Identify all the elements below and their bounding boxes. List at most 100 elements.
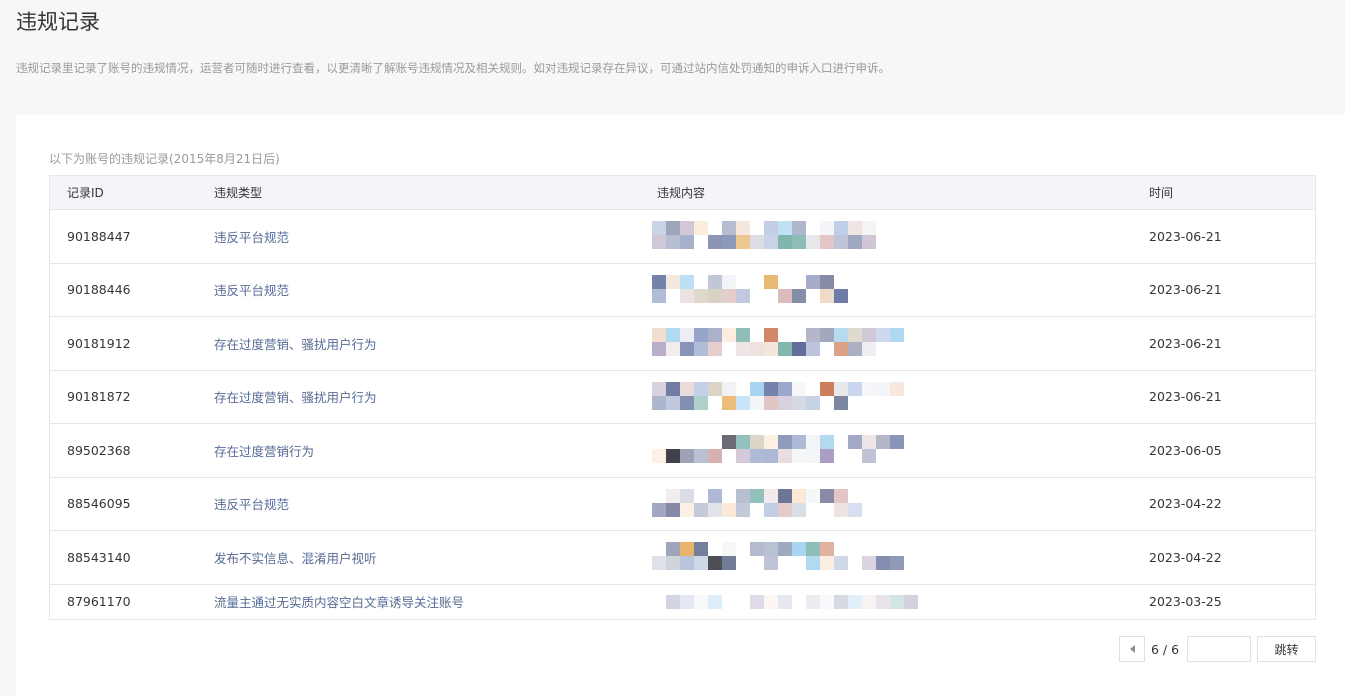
redaction-pixel (778, 435, 792, 449)
redaction-pixel (778, 342, 792, 356)
redaction-pixel (792, 594, 806, 609)
redaction-pixel (708, 342, 722, 356)
redaction-pixel (820, 221, 834, 235)
redaction-pixel (834, 328, 848, 342)
violation-content-redacted (652, 424, 952, 477)
redaction-pixel (764, 381, 778, 396)
redaction-pixel (694, 594, 708, 609)
redaction-pixel (736, 342, 750, 356)
violation-type-link[interactable]: 违反平台规范 (214, 227, 289, 246)
redaction-pixel (694, 235, 708, 249)
violation-content-redacted (652, 585, 952, 619)
violation-type-link[interactable]: 存在过度营销、骚扰用户行为 (214, 387, 377, 406)
redaction-pixel (652, 235, 666, 249)
redaction-pixel (820, 502, 834, 517)
redaction-pixel (876, 328, 890, 342)
redaction-pixel (778, 328, 792, 342)
redaction-pixel (680, 395, 694, 410)
page-indicator: 6 / 6 (1151, 641, 1180, 657)
redaction-pixel (806, 556, 820, 570)
violation-type-link[interactable]: 存在过度营销、骚扰用户行为 (214, 334, 377, 353)
header-id: 记录ID (67, 186, 104, 200)
redaction-pixel (792, 221, 806, 235)
redaction-pixel (708, 274, 722, 289)
redaction-pixel (736, 502, 750, 517)
violation-type-link[interactable]: 发布不实信息、混淆用户视听 (214, 548, 377, 567)
redaction-pixel (806, 502, 820, 517)
table-row: 87961170 流量主通过无实质内容空白文章诱导关注账号 2023-03-25 (50, 585, 1315, 619)
redaction-pixel (680, 381, 694, 396)
redaction-pixels (652, 235, 876, 249)
redaction-pixel (736, 288, 750, 303)
redaction-pixel (862, 221, 876, 235)
redaction-pixel (652, 328, 666, 342)
redaction-pixel (806, 435, 820, 449)
redaction-pixels (652, 381, 904, 396)
redaction-pixel (806, 342, 820, 356)
redaction-pixel (666, 502, 680, 517)
redaction-pixel (778, 221, 792, 235)
jump-button[interactable]: 跳转 (1257, 636, 1316, 662)
violation-type-link[interactable]: 违反平台规范 (214, 494, 289, 513)
page-title: 违规记录 (16, 10, 100, 34)
redaction-pixel (792, 328, 806, 342)
redaction-pixel (806, 449, 820, 463)
record-time: 2023-06-21 (1149, 228, 1222, 244)
redaction-pixel (792, 342, 806, 356)
prev-page-button[interactable] (1119, 636, 1145, 662)
redaction-pixel (820, 395, 834, 410)
redaction-pixel (820, 235, 834, 249)
table-row: 90181912 存在过度营销、骚扰用户行为 2023-06-21 (50, 317, 1315, 371)
redaction-pixel (834, 556, 848, 570)
redaction-pixel (680, 235, 694, 249)
redaction-pixel (848, 342, 862, 356)
redaction-pixel (736, 435, 750, 449)
redaction-pixel (652, 381, 666, 396)
redaction-pixel (806, 542, 820, 556)
redaction-pixels (652, 328, 918, 342)
redaction-pixel (792, 542, 806, 556)
redaction-pixel (722, 449, 736, 463)
redaction-pixel (708, 328, 722, 342)
redaction-pixel (680, 594, 694, 609)
violation-type-link[interactable]: 违反平台规范 (214, 280, 289, 299)
redaction-pixel (764, 556, 778, 570)
redaction-pixel (680, 274, 694, 289)
redaction-pixel (792, 235, 806, 249)
table-caption: 以下为账号的违规记录(2015年8月21日后) (49, 152, 280, 166)
redaction-pixel (806, 221, 820, 235)
redaction-pixel (736, 221, 750, 235)
redaction-pixel (722, 435, 736, 449)
redaction-pixel (806, 395, 820, 410)
redaction-pixel (792, 274, 806, 289)
redaction-pixel (778, 542, 792, 556)
redaction-pixel (764, 274, 778, 289)
redaction-pixel (778, 274, 792, 289)
redaction-pixel (708, 449, 722, 463)
violation-type-link[interactable]: 存在过度营销行为 (214, 441, 314, 460)
record-time: 2023-06-21 (1149, 282, 1222, 298)
redaction-pixel (736, 274, 750, 289)
redaction-pixel (890, 435, 904, 449)
redaction-pixel (652, 594, 666, 609)
redaction-pixel (820, 274, 834, 289)
redaction-pixel (806, 235, 820, 249)
record-id: 87961170 (67, 594, 131, 609)
redaction-pixel (848, 556, 862, 570)
redaction-pixels (652, 221, 876, 235)
redaction-pixel (722, 221, 736, 235)
redaction-pixel (722, 395, 736, 410)
redaction-pixel (736, 542, 750, 556)
redaction-pixel (652, 556, 666, 570)
redaction-pixel (764, 449, 778, 463)
redaction-pixel (722, 542, 736, 556)
redaction-pixel (694, 449, 708, 463)
redaction-pixel (904, 556, 918, 570)
page-number-input[interactable] (1187, 636, 1251, 662)
redaction-pixel (666, 381, 680, 396)
redaction-pixel (666, 274, 680, 289)
redaction-pixel (862, 381, 876, 396)
table-row: 89502368 存在过度营销行为 2023-06-05 (50, 424, 1315, 478)
redaction-pixel (806, 328, 820, 342)
violation-type-link[interactable]: 流量主通过无实质内容空白文章诱导关注账号 (214, 592, 464, 611)
